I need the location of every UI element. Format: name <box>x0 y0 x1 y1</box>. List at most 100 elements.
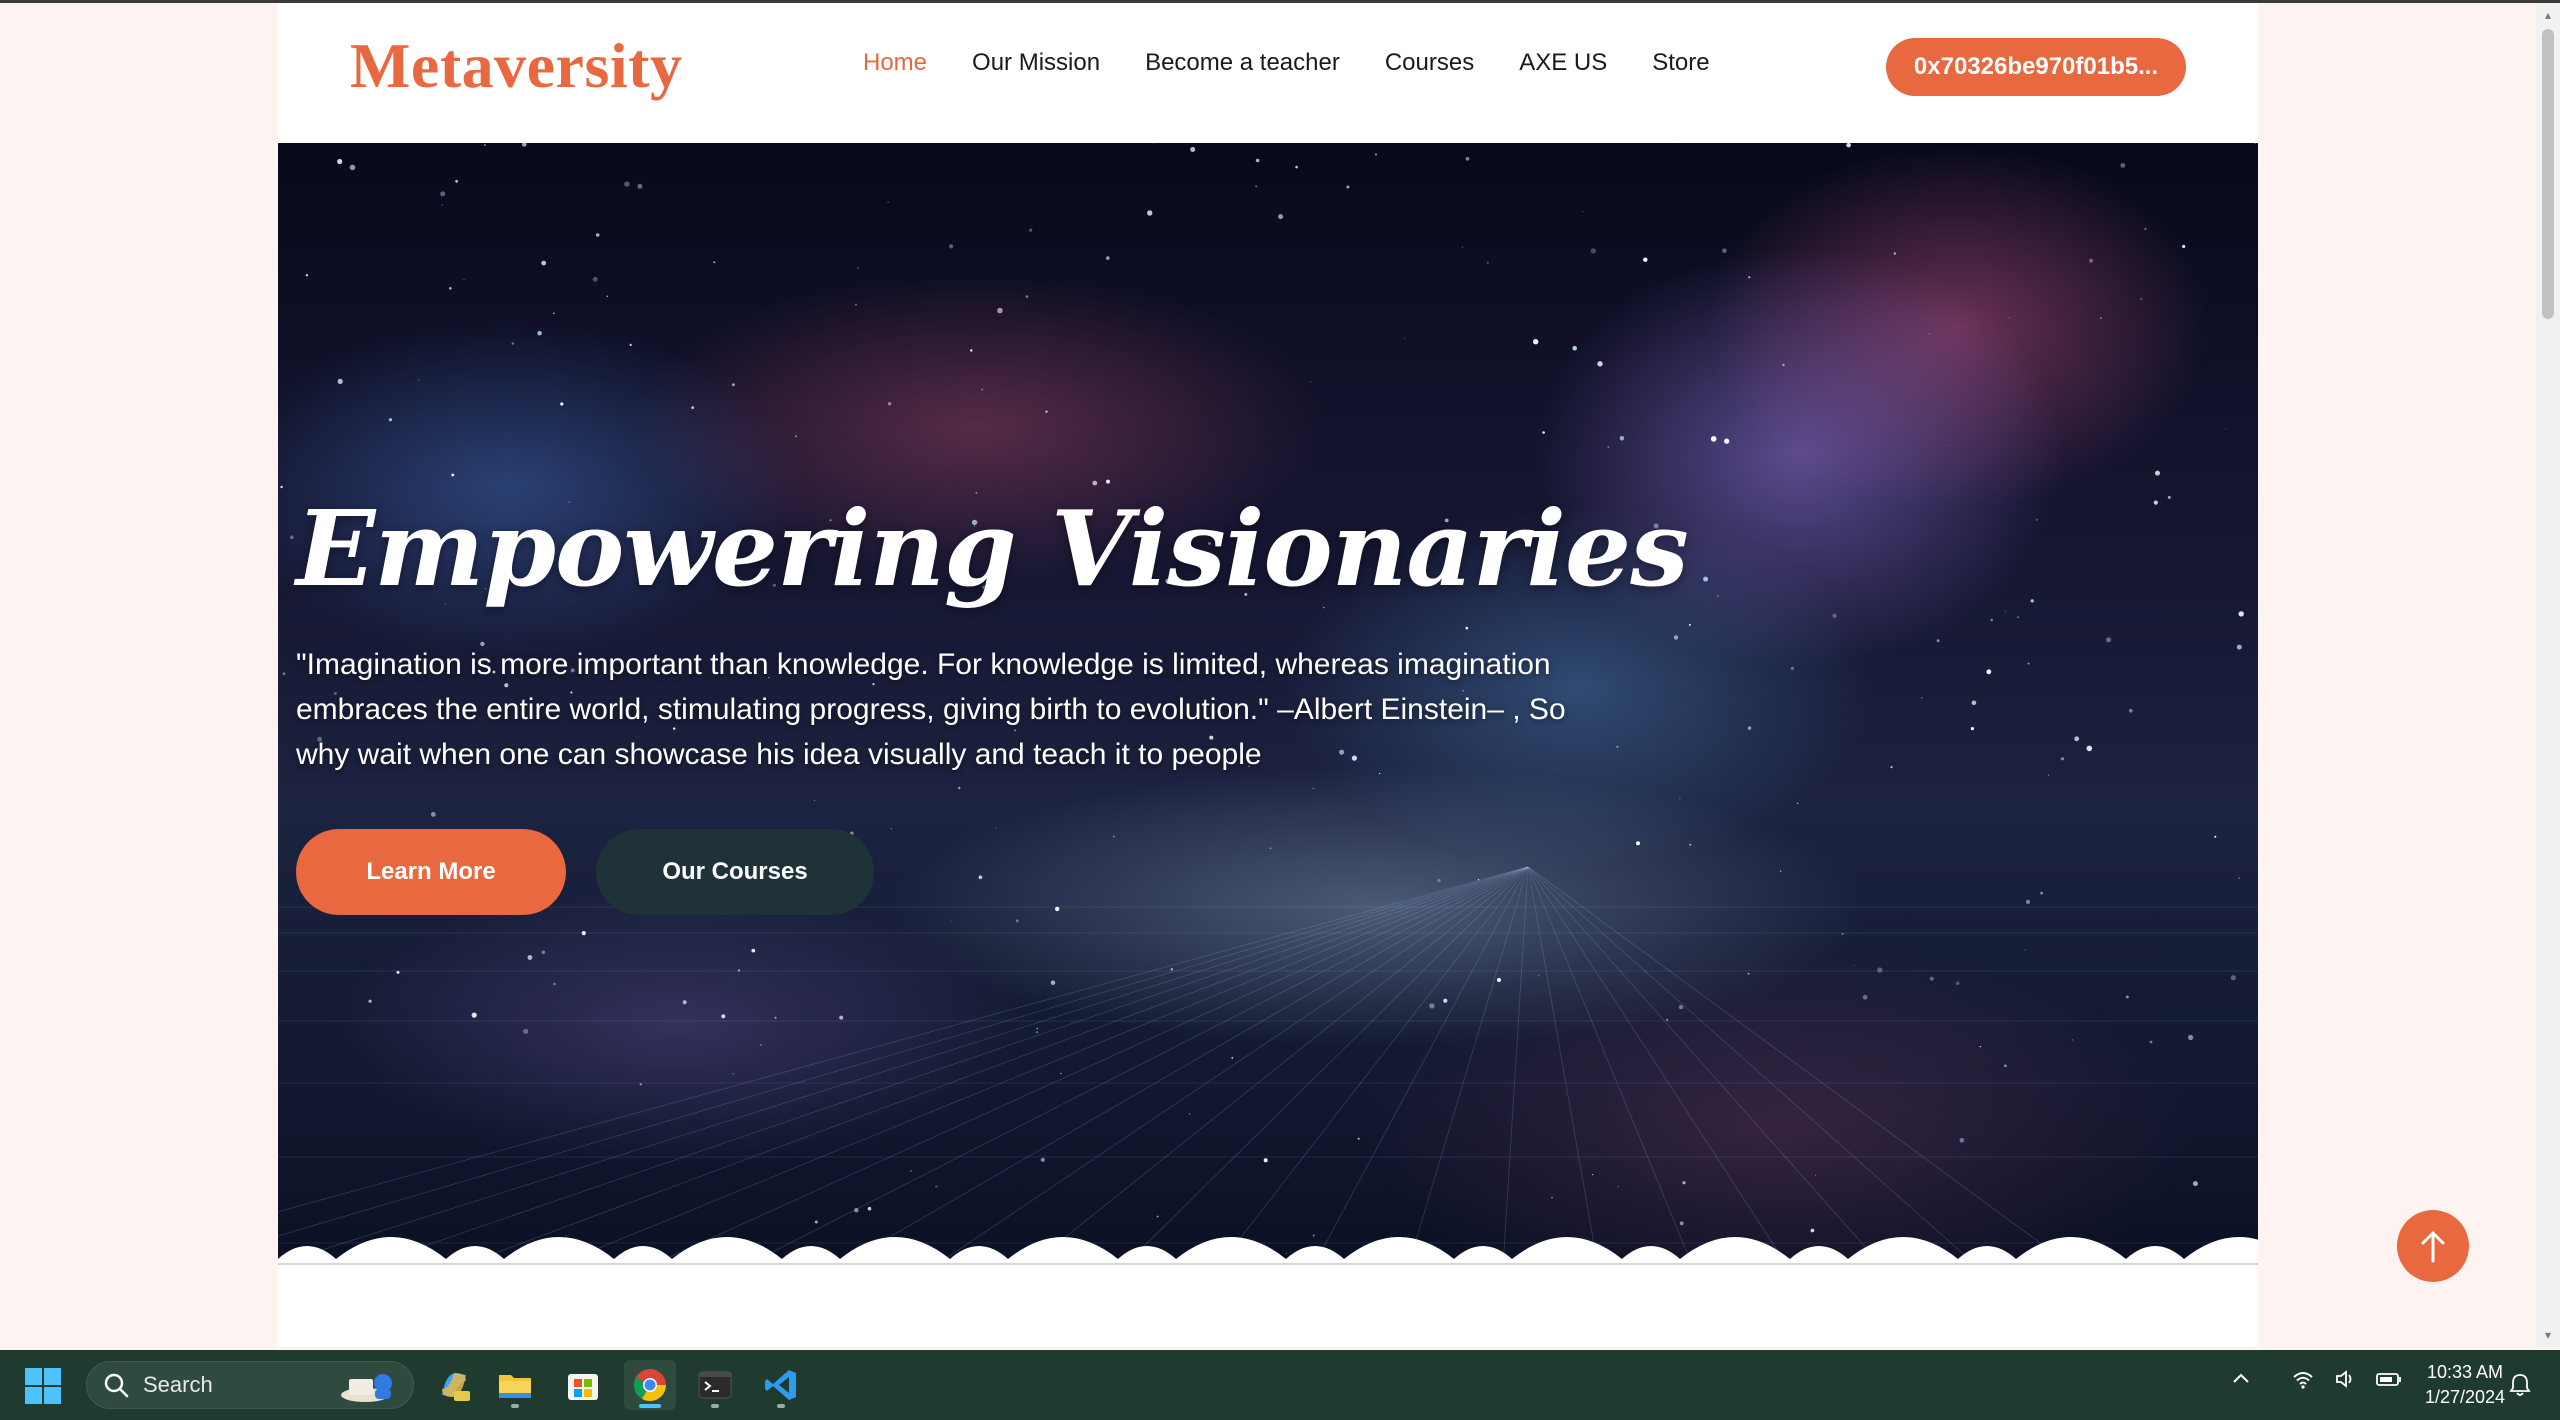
star <box>523 1028 529 1034</box>
windows-start-icon[interactable] <box>24 1367 62 1405</box>
star <box>1295 165 1298 169</box>
star <box>595 233 600 237</box>
star <box>2167 495 2171 499</box>
scroll-up-arrow[interactable]: ▴ <box>2542 9 2554 21</box>
file-explorer-icon <box>499 1375 531 1398</box>
battery-icon[interactable] <box>2376 1368 2402 1390</box>
star <box>337 158 343 165</box>
taskbar-file-explorer[interactable] <box>489 1360 541 1410</box>
taskbar-copilot[interactable] <box>428 1360 480 1410</box>
grid-line <box>1527 866 1979 1267</box>
star <box>1815 1174 1817 1176</box>
wallet-address-button[interactable]: 0x70326be970f01b5... <box>1886 38 2186 96</box>
star <box>1025 295 1029 298</box>
star <box>2071 1039 2074 1041</box>
star <box>1921 697 1923 699</box>
star <box>1112 835 1115 838</box>
page-container: Metaversity Home Our Mission Become a te… <box>278 3 2258 1347</box>
star <box>430 812 436 817</box>
windows-taskbar: Search 10:33 AM 1/27/2024 <box>0 1350 2560 1420</box>
star <box>2086 745 2093 752</box>
notification-bell-icon[interactable] <box>2508 1372 2532 1398</box>
star <box>2182 244 2186 249</box>
star <box>1862 995 1868 1000</box>
scroll-down-arrow[interactable]: ▾ <box>2542 1329 2554 1341</box>
star <box>1465 626 1469 630</box>
wifi-icon[interactable] <box>2292 1368 2314 1390</box>
star <box>1582 211 1583 213</box>
star <box>282 672 286 675</box>
nav-become-a-teacher[interactable]: Become a teacher <box>1145 49 1340 77</box>
star <box>2004 610 2006 612</box>
star <box>2025 899 2031 905</box>
star <box>1106 256 1110 260</box>
grid-line <box>1312 866 1529 1267</box>
star <box>1357 1137 1360 1140</box>
star <box>1678 1004 1684 1010</box>
our-courses-button[interactable]: Our Courses <box>596 829 874 915</box>
star <box>760 1044 762 1046</box>
taskbar-chrome[interactable] <box>624 1360 676 1410</box>
star <box>1486 261 1489 264</box>
star <box>1050 980 1056 985</box>
taskbar-terminal[interactable] <box>689 1360 741 1410</box>
star <box>305 274 309 277</box>
grid-line <box>742 866 1529 1267</box>
site-logo[interactable]: Metaversity <box>350 29 682 103</box>
grid-line <box>1527 866 1884 1267</box>
scrollbar-thumb[interactable] <box>2542 29 2554 319</box>
star <box>1979 1046 1981 1048</box>
star <box>1643 257 1648 262</box>
app-running-indicator <box>711 1404 719 1408</box>
star <box>2214 835 2217 838</box>
nav-courses[interactable]: Courses <box>1385 49 1474 77</box>
chevron-up-icon[interactable] <box>2230 1368 2252 1390</box>
star <box>1263 1158 1268 1163</box>
star <box>2126 995 2129 999</box>
star <box>1147 210 1153 216</box>
star <box>813 800 815 802</box>
taskbar-search-box[interactable]: Search <box>86 1361 414 1409</box>
nav-axe-us[interactable]: AXE US <box>1519 49 1607 77</box>
taskbar-microsoft-store[interactable] <box>557 1360 609 1410</box>
star <box>2017 616 2019 618</box>
site-header: Metaversity Home Our Mission Become a te… <box>278 3 2258 143</box>
star <box>2153 500 2158 505</box>
page-scrollbar[interactable]: ▴ ▾ <box>2536 3 2560 1347</box>
star <box>449 287 452 290</box>
nav-store[interactable]: Store <box>1652 49 1709 77</box>
copilot-icon <box>442 1373 470 1401</box>
scroll-to-top-button[interactable] <box>2397 1210 2469 1282</box>
star <box>1890 766 1893 769</box>
grid-line <box>1407 866 1529 1267</box>
star <box>2100 317 2102 319</box>
star <box>910 1170 912 1172</box>
star <box>970 349 973 352</box>
star <box>1572 346 1577 351</box>
star <box>1929 976 1934 981</box>
star <box>691 406 695 409</box>
volume-icon[interactable] <box>2334 1368 2356 1390</box>
star <box>451 473 455 477</box>
search-highlight-icon <box>341 1374 392 1402</box>
star <box>537 330 542 336</box>
star <box>463 279 465 280</box>
star <box>1309 381 1312 383</box>
star <box>1231 1056 1234 1059</box>
star <box>1689 843 1692 846</box>
star <box>1015 919 1019 923</box>
star <box>1990 618 1993 622</box>
star <box>814 1220 818 1224</box>
star <box>1832 613 1837 618</box>
learn-more-button[interactable]: Learn More <box>296 829 566 915</box>
nav-home[interactable]: Home <box>863 49 927 77</box>
star <box>2225 428 2227 430</box>
nav-our-mission[interactable]: Our Mission <box>972 49 1100 77</box>
taskbar-vscode[interactable] <box>755 1360 807 1410</box>
star <box>455 179 458 183</box>
star <box>1616 745 1619 748</box>
star <box>606 295 609 298</box>
star <box>1607 446 1610 448</box>
star <box>1724 438 1730 444</box>
star <box>1747 972 1750 975</box>
